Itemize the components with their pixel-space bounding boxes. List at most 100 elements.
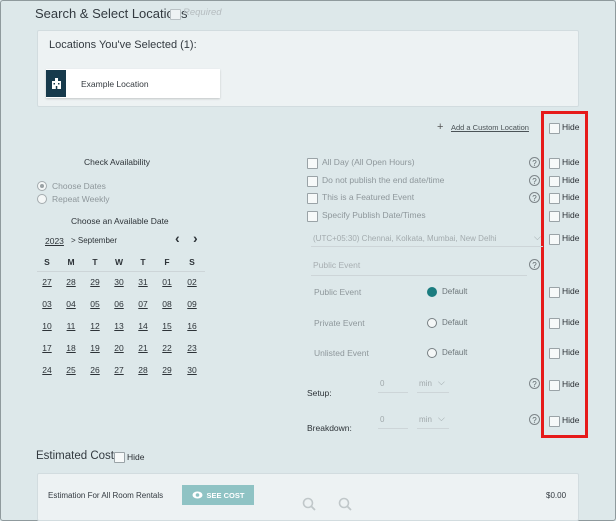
calendar-day[interactable]: 20 xyxy=(107,343,131,353)
calendar-day[interactable]: 18 xyxy=(59,343,83,353)
calendar-day[interactable]: 05 xyxy=(83,299,107,309)
calendar-day[interactable]: 10 xyxy=(35,321,59,331)
calendar-day[interactable]: 29 xyxy=(155,365,179,375)
hide-checkbox-featured[interactable] xyxy=(549,193,560,204)
eye-icon xyxy=(192,491,203,499)
calendar-day[interactable]: 16 xyxy=(180,321,204,331)
calendar-day[interactable]: 27 xyxy=(107,365,131,375)
unlisted-event-label: Unlisted Event xyxy=(314,348,369,358)
hide-checkbox-unlisted-event[interactable] xyxy=(549,348,560,359)
calendar-day[interactable]: 27 xyxy=(35,277,59,287)
weekday-header: M xyxy=(67,257,75,267)
calendar-day[interactable]: 03 xyxy=(35,299,59,309)
default-label: Default xyxy=(442,348,468,357)
breakdown-input[interactable]: 0 xyxy=(380,415,384,424)
calendar-day[interactable]: 26 xyxy=(83,365,107,375)
location-name: Example Location xyxy=(81,79,149,89)
breakdown-unit-select[interactable]: min xyxy=(419,415,432,424)
hide-checkbox-breakdown[interactable] xyxy=(549,416,560,427)
calendar-day[interactable]: 11 xyxy=(59,321,83,331)
help-icon[interactable]: ? xyxy=(529,259,540,270)
check-availability-title: Check Availability xyxy=(84,157,150,167)
hide-label: Hide xyxy=(562,175,580,185)
help-icon[interactable]: ? xyxy=(529,378,540,389)
year-link[interactable]: 2023 xyxy=(45,236,64,246)
see-cost-label: SEE COST xyxy=(206,490,245,500)
zoom-out-icon[interactable] xyxy=(302,497,316,516)
help-icon[interactable]: ? xyxy=(529,157,540,168)
public-event-default-radio[interactable] xyxy=(427,287,437,297)
calendar-day[interactable]: 22 xyxy=(155,343,179,353)
featured-checkbox[interactable] xyxy=(307,193,318,204)
help-icon[interactable]: ? xyxy=(529,175,540,186)
calendar-day[interactable]: 29 xyxy=(83,277,107,287)
no-publish-end-label: Do not publish the end date/time xyxy=(322,175,445,185)
hide-checkbox-timezone[interactable] xyxy=(549,234,560,245)
selected-locations-title: Locations You've Selected (1): xyxy=(49,39,197,51)
calendar-day[interactable]: 23 xyxy=(180,343,204,353)
choose-dates-label: Choose Dates xyxy=(52,181,106,191)
publish-date-checkbox[interactable] xyxy=(307,211,318,222)
featured-label: This is a Featured Event xyxy=(322,192,415,202)
publish-date-label: Specify Publish Date/Times xyxy=(322,210,426,220)
all-day-checkbox[interactable] xyxy=(307,158,318,169)
calendar-day[interactable]: 31 xyxy=(131,277,155,287)
month-label: > September xyxy=(71,236,118,245)
help-icon[interactable]: ? xyxy=(529,414,540,425)
hide-checkbox-custom-location[interactable] xyxy=(549,123,560,134)
required-label: Required xyxy=(183,7,222,18)
help-icon[interactable]: ? xyxy=(529,192,540,203)
timezone-underline xyxy=(311,246,543,247)
repeat-weekly-radio[interactable] xyxy=(37,194,47,204)
calendar-day[interactable]: 19 xyxy=(83,343,107,353)
calendar-day[interactable]: 25 xyxy=(59,365,83,375)
calendar-day[interactable]: 15 xyxy=(155,321,179,331)
weekday-header: S xyxy=(44,257,50,267)
hide-checkbox-private-event[interactable] xyxy=(549,318,560,329)
add-custom-location-link[interactable]: Add a Custom Location xyxy=(451,123,529,132)
calendar-day[interactable]: 30 xyxy=(180,365,204,375)
see-cost-button[interactable]: SEE COST xyxy=(182,485,254,505)
calendar-day[interactable]: 21 xyxy=(131,343,155,353)
calendar-day[interactable]: 28 xyxy=(131,365,155,375)
hide-checkbox-estimated-cost[interactable] xyxy=(114,452,125,463)
hide-label: Hide xyxy=(562,192,580,202)
page-title: Search & Select Locations xyxy=(35,6,188,21)
calendar-day[interactable]: 06 xyxy=(107,299,131,309)
calendar-day[interactable]: 02 xyxy=(180,277,204,287)
setup-input[interactable]: 0 xyxy=(380,379,384,388)
hide-label: Hide xyxy=(562,122,580,132)
weekday-header: W xyxy=(114,257,124,267)
unlisted-event-default-radio[interactable] xyxy=(427,348,437,358)
private-event-default-radio[interactable] xyxy=(427,318,437,328)
setup-unit-select[interactable]: min xyxy=(419,379,432,388)
calendar-day[interactable]: 30 xyxy=(107,277,131,287)
calendar-day[interactable]: 07 xyxy=(131,299,155,309)
choose-dates-radio[interactable] xyxy=(37,181,47,191)
hide-checkbox-all-day[interactable] xyxy=(549,158,560,169)
calendar-day[interactable]: 12 xyxy=(83,321,107,331)
hide-checkbox-public-event[interactable] xyxy=(549,287,560,298)
hide-checkbox-publish-end[interactable] xyxy=(549,176,560,187)
zoom-in-icon[interactable] xyxy=(338,497,352,516)
calendar-day[interactable]: 17 xyxy=(35,343,59,353)
calendar-day[interactable]: 13 xyxy=(107,321,131,331)
no-publish-end-checkbox[interactable] xyxy=(307,176,318,187)
timezone-select[interactable]: (UTC+05:30) Chennai, Kolkata, Mumbai, Ne… xyxy=(313,234,496,243)
calendar-day[interactable]: 28 xyxy=(59,277,83,287)
location-card[interactable]: Example Location xyxy=(46,69,220,98)
calendar-day[interactable]: 04 xyxy=(59,299,83,309)
hide-label: Hide xyxy=(562,210,580,220)
next-month-icon[interactable]: › xyxy=(193,230,198,246)
calendar-day[interactable]: 01 xyxy=(155,277,179,287)
calendar-day[interactable]: 24 xyxy=(35,365,59,375)
calendar-day[interactable]: 09 xyxy=(180,299,204,309)
hide-checkbox-setup[interactable] xyxy=(549,380,560,391)
calendar-day[interactable]: 08 xyxy=(155,299,179,309)
hide-checkbox-publish-date[interactable] xyxy=(549,211,560,222)
required-checkbox[interactable] xyxy=(170,9,181,20)
prev-month-icon[interactable]: ‹ xyxy=(175,230,180,246)
building-icon xyxy=(46,70,66,97)
event-type-input[interactable]: Public Event xyxy=(313,260,360,270)
calendar-day[interactable]: 14 xyxy=(131,321,155,331)
